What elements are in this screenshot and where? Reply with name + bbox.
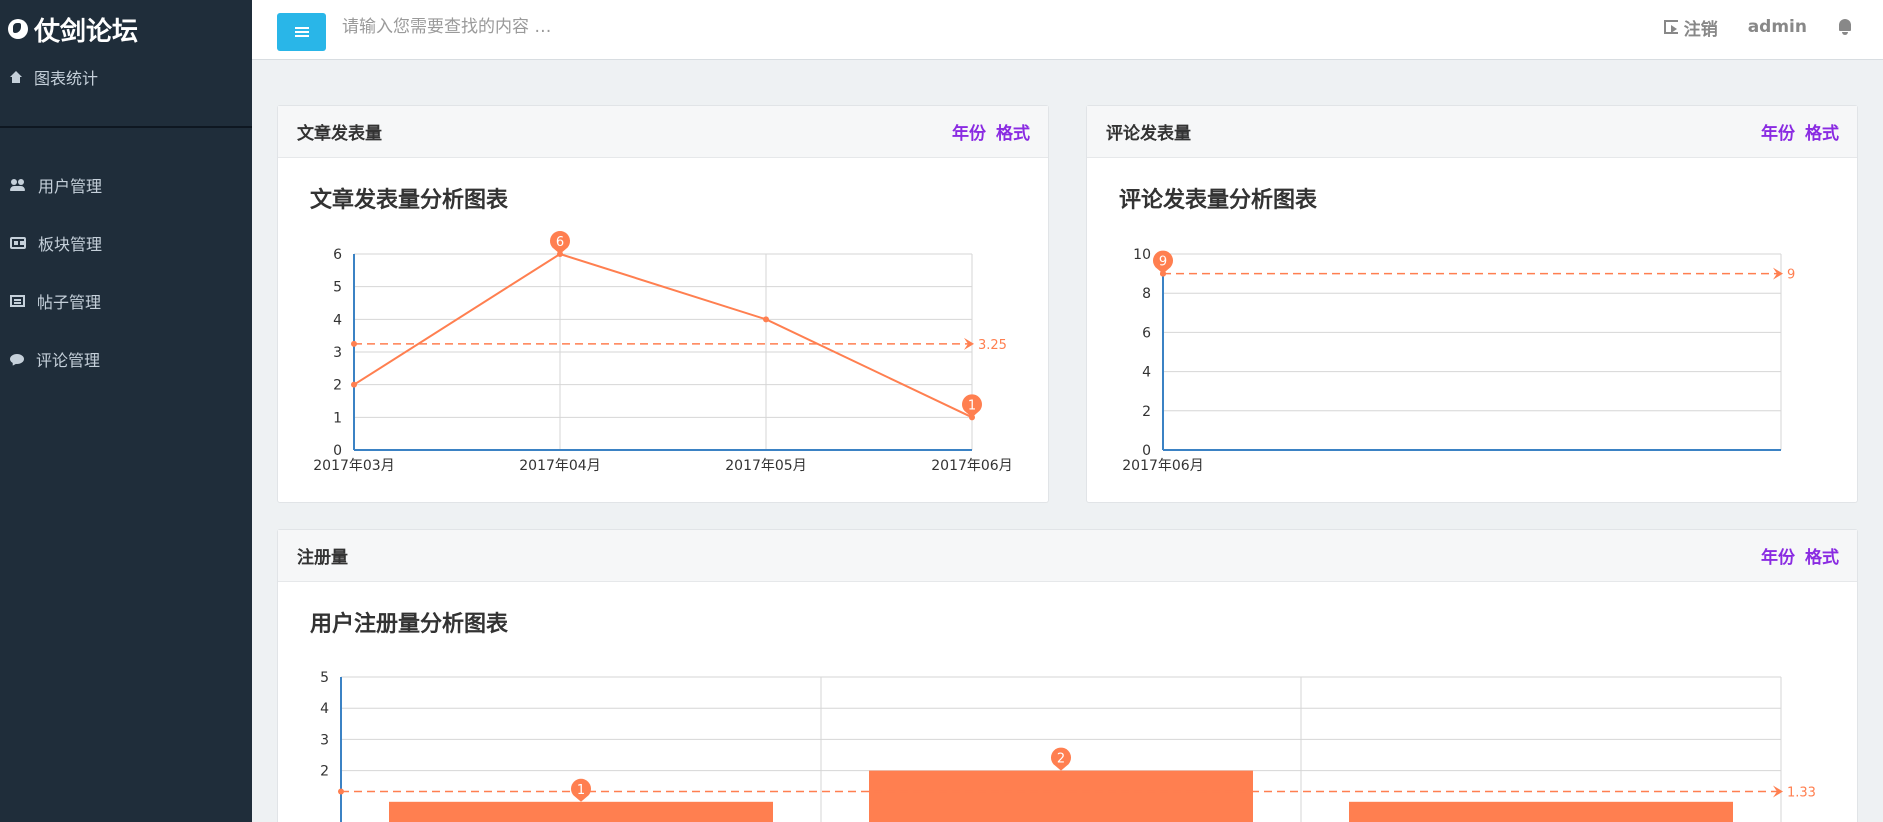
comment-icon <box>10 354 24 364</box>
mark-point-label: 2 <box>1057 752 1065 767</box>
panel-registrations: 注册量 年份 格式 用户注册量分析图表 2 3 4 5 1.33 1 2 <box>277 529 1858 822</box>
y-tick-label: 0 <box>1142 443 1151 459</box>
logout-icon <box>1663 20 1678 34</box>
panel-articles: 文章发表量 年份 格式 文章发表量分析图表 0 1 2 3 4 5 6 2017年03月 2017… <box>277 105 1049 503</box>
y-tick-label: 6 <box>1142 325 1151 341</box>
sidebar-item-label: 评论管理 <box>36 351 101 370</box>
panel-comments: 评论发表量 年份 格式 评论发表量分析图表 0 2 4 6 8 10 2017年06月 9 9 <box>1086 105 1858 503</box>
bell-icon[interactable] <box>1837 19 1853 35</box>
globe-icon <box>8 19 28 39</box>
y-tick-label: 1 <box>333 410 342 426</box>
logout-button[interactable]: 注销 <box>1663 15 1718 40</box>
mark-line-label: 3.25 <box>978 338 1007 353</box>
top-header: 注销 admin <box>252 0 1883 60</box>
y-tick-label: 0 <box>333 443 342 459</box>
x-tick-label: 2017年03月 <box>313 458 394 474</box>
user-menu[interactable]: admin <box>1748 17 1807 37</box>
y-tick-label: 5 <box>333 280 342 296</box>
brand-title: 仗剑论坛 <box>34 16 139 47</box>
sidebar-nav: 用户管理 板块管理 帖子管理 评论管理 <box>0 128 252 388</box>
bar <box>869 770 1253 822</box>
menu-toggle-button[interactable] <box>277 13 326 51</box>
users-icon <box>10 179 26 191</box>
mark-point-label: 1 <box>968 398 976 413</box>
sidebar-item-posts[interactable]: 帖子管理 <box>0 272 252 330</box>
mark-line-start <box>351 340 357 347</box>
x-tick-label: 2017年04月 <box>519 458 600 474</box>
board-icon <box>10 237 26 249</box>
x-tick-label: 2017年06月 <box>931 458 1012 474</box>
bar <box>1349 801 1733 822</box>
y-tick-label: 2 <box>320 764 329 780</box>
header-actions: 注销 admin <box>1663 0 1883 54</box>
hamburger-icon <box>294 31 309 33</box>
sidebar-item-label: 图表统计 <box>34 69 99 88</box>
y-tick-label: 4 <box>333 312 342 328</box>
data-point <box>763 316 769 323</box>
sidebar-item-label: 帖子管理 <box>37 293 102 312</box>
sidebar-item-charts[interactable]: 图表统计 <box>0 58 252 128</box>
y-tick-label: 2 <box>333 378 342 394</box>
data-point <box>351 381 357 388</box>
mark-point-label: 6 <box>556 235 564 250</box>
sidebar-item-label: 板块管理 <box>38 235 103 254</box>
x-tick-label: 2017年05月 <box>725 458 806 474</box>
chart-comments: 0 2 4 6 8 10 2017年06月 9 9 <box>1122 247 1795 474</box>
search-input[interactable] <box>342 10 742 44</box>
home-icon <box>10 71 22 83</box>
list-icon <box>10 295 25 307</box>
y-tick-label: 4 <box>1142 365 1151 381</box>
logout-label: 注销 <box>1683 19 1718 40</box>
chart-registrations: 2 3 4 5 1.33 1 2 <box>320 670 1816 822</box>
bar <box>389 801 773 822</box>
mark-line-label: 1.33 <box>1787 786 1816 801</box>
y-tick-label: 3 <box>333 345 342 361</box>
sidebar-item-label: 用户管理 <box>38 177 103 196</box>
mark-line-start <box>338 788 344 795</box>
y-tick-label: 3 <box>320 732 329 748</box>
series-line <box>353 252 973 419</box>
y-tick-label: 8 <box>1142 286 1151 302</box>
y-tick-label: 5 <box>320 670 329 686</box>
y-tick-label: 2 <box>1142 404 1151 420</box>
sidebar-item-boards[interactable]: 板块管理 <box>0 214 252 272</box>
y-tick-label: 10 <box>1133 247 1151 263</box>
mark-point-label: 1 <box>577 783 585 798</box>
mark-point-label: 9 <box>1159 255 1167 270</box>
sidebar: 仗剑论坛 图表统计 用户管理 板块管理 帖子管理 评论管理 <box>0 0 252 822</box>
brand[interactable]: 仗剑论坛 <box>0 0 252 58</box>
sidebar-item-comments[interactable]: 评论管理 <box>0 330 252 388</box>
chart-articles: 0 1 2 3 4 5 6 2017年03月 2017年04月 2017年05月 2017年06月 3… <box>313 230 1013 474</box>
y-tick-label: 4 <box>320 701 329 717</box>
mark-line-label: 9 <box>1787 268 1795 283</box>
sidebar-item-users[interactable]: 用户管理 <box>0 156 252 214</box>
y-tick-label: 6 <box>333 247 342 263</box>
x-tick-label: 2017年06月 <box>1122 458 1203 474</box>
